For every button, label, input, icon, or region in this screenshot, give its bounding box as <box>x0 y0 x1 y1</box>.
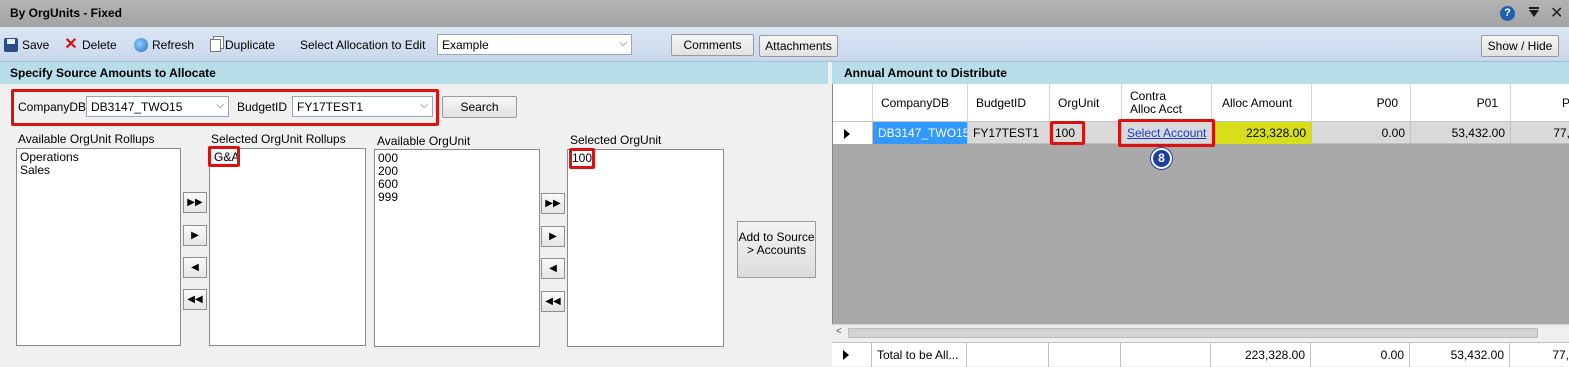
toolbar: Save ✕ Delete Refresh Duplicate Select A… <box>0 27 1569 62</box>
move-left-button[interactable]: ◀ <box>183 257 207 278</box>
column-header[interactable]: Contra Alloc Acct <box>1122 84 1212 122</box>
list-item[interactable]: 999 <box>378 191 536 204</box>
company-cell[interactable]: DB3147_TWO15 <box>873 122 968 144</box>
selected-orgunit-list[interactable]: 100 <box>567 149 724 347</box>
selected-rollups-list[interactable]: G&A <box>209 148 366 346</box>
orgunit-highlight-box <box>569 148 595 169</box>
comments-button[interactable]: Comments <box>671 34 754 56</box>
row-selector-header <box>833 84 873 122</box>
budget-select[interactable]: FY17TEST1 ⌵ <box>292 96 433 117</box>
column-header[interactable]: BudgetID <box>968 84 1050 122</box>
column-header[interactable]: P <box>1511 84 1569 122</box>
save-button[interactable]: Save <box>4 36 49 54</box>
scroll-left-icon[interactable]: < <box>836 326 842 337</box>
totals-p00: 0.00 <box>1311 343 1410 367</box>
list-item[interactable]: 200 <box>378 165 536 178</box>
dropdown-menu-icon[interactable] <box>1527 6 1542 21</box>
alloc-amount-cell[interactable]: 223,328.00 <box>1212 122 1312 144</box>
selected-orgunit-label: Selected OrgUnit <box>570 133 662 147</box>
add-to-source-button[interactable]: Add to Source > Accounts <box>737 221 816 278</box>
column-header[interactable]: OrgUnit <box>1050 84 1122 122</box>
duplicate-button[interactable]: Duplicate <box>210 36 275 54</box>
p01-cell[interactable]: 53,432.00 <box>1411 122 1511 144</box>
totals-empty-cell <box>1049 343 1121 367</box>
selected-rollups-label: Selected OrgUnit Rollups <box>211 132 346 146</box>
grid-header: CompanyDB BudgetID OrgUnit Contra Alloc … <box>833 84 1569 122</box>
move-all-left-button[interactable]: ◀◀ <box>541 291 565 312</box>
budget-cell[interactable]: FY17TEST1 <box>968 122 1050 144</box>
title-bar: By OrgUnits - Fixed ? ✕ <box>0 0 1569 27</box>
annual-amount-header: Annual Amount to Distribute <box>832 62 1569 84</box>
list-item[interactable]: Sales <box>20 164 177 177</box>
search-button[interactable]: Search <box>442 96 517 118</box>
company-select[interactable]: DB3147_TWO15 ⌵ <box>86 96 229 117</box>
delete-button[interactable]: ✕ Delete <box>64 36 116 54</box>
move-all-left-button[interactable]: ◀◀ <box>183 289 207 310</box>
allocation-select[interactable]: Example ⌵ <box>437 34 632 55</box>
column-header[interactable]: P01 <box>1411 84 1511 122</box>
available-rollups-list[interactable]: Operations Sales <box>16 148 181 346</box>
scrollbar-thumb[interactable] <box>848 328 1538 338</box>
rollup-highlight-box <box>208 146 240 167</box>
list-item[interactable]: 000 <box>378 152 536 165</box>
chevron-down-icon: ⌵ <box>619 38 627 49</box>
source-amounts-header: Specify Source Amounts to Allocate <box>0 62 828 84</box>
column-header[interactable]: Alloc Amount <box>1212 84 1312 122</box>
row-selector[interactable] <box>833 122 873 144</box>
save-icon <box>4 38 18 52</box>
horizontal-scrollbar[interactable]: < <box>832 324 1569 340</box>
source-amounts-panel: CompanyDB DB3147_TWO15 ⌵ BudgetID FY17TE… <box>0 84 828 366</box>
distribution-grid[interactable]: CompanyDB BudgetID OrgUnit Contra Alloc … <box>832 84 1569 340</box>
totals-alloc-amount: 223,328.00 <box>1211 343 1311 367</box>
orgunit-cell-highlight-box <box>1050 121 1085 145</box>
company-label: CompanyDB <box>18 100 87 114</box>
move-right-button[interactable]: ▶ <box>183 225 207 246</box>
move-all-right-button[interactable]: ▶▶ <box>183 192 207 213</box>
show-hide-button[interactable]: Show / Hide <box>1481 35 1559 57</box>
current-row-icon <box>844 129 850 139</box>
totals-label: Total to be All... <box>872 343 967 367</box>
totals-empty-cell <box>1121 343 1211 367</box>
close-icon[interactable]: ✕ <box>1550 6 1565 22</box>
budget-label: BudgetID <box>237 100 288 114</box>
refresh-button[interactable]: Refresh <box>134 36 194 54</box>
delete-icon: ✕ <box>64 36 78 53</box>
totals-p01: 53,432.00 <box>1410 343 1510 367</box>
attachments-button[interactable]: Attachments <box>759 35 838 57</box>
available-orgunit-list[interactable]: 000 200 600 999 <box>374 149 540 347</box>
available-rollups-label: Available OrgUnit Rollups <box>18 132 155 146</box>
column-header[interactable]: CompanyDB <box>873 84 968 122</box>
duplicate-icon <box>210 38 221 52</box>
contra-cell-highlight-box <box>1118 119 1215 147</box>
list-item[interactable]: 600 <box>378 178 536 191</box>
p02-cell[interactable]: 77, <box>1511 122 1569 144</box>
totals-empty-cell <box>967 343 1049 367</box>
totals-row: Total to be All... 223,328.00 0.00 53,43… <box>832 342 1569 367</box>
help-icon[interactable]: ? <box>1500 6 1515 21</box>
select-allocation-label: Select Allocation to Edit <box>300 38 426 52</box>
step-badge: 8 <box>1151 148 1172 169</box>
move-all-right-button[interactable]: ▶▶ <box>541 193 565 214</box>
allocation-select-value: Example <box>442 38 489 52</box>
column-header[interactable]: P00 <box>1312 84 1411 122</box>
row-selector[interactable] <box>832 343 872 367</box>
available-orgunit-label: Available OrgUnit <box>377 134 471 148</box>
current-row-icon <box>843 350 849 360</box>
chevron-down-icon: ⌵ <box>216 100 224 111</box>
move-left-button[interactable]: ◀ <box>541 258 565 279</box>
chevron-down-icon: ⌵ <box>420 100 428 111</box>
refresh-icon <box>134 38 148 52</box>
p00-cell[interactable]: 0.00 <box>1312 122 1411 144</box>
move-right-button[interactable]: ▶ <box>541 226 565 247</box>
totals-p02: 77, <box>1552 348 1569 362</box>
window-title: By OrgUnits - Fixed <box>10 6 123 20</box>
